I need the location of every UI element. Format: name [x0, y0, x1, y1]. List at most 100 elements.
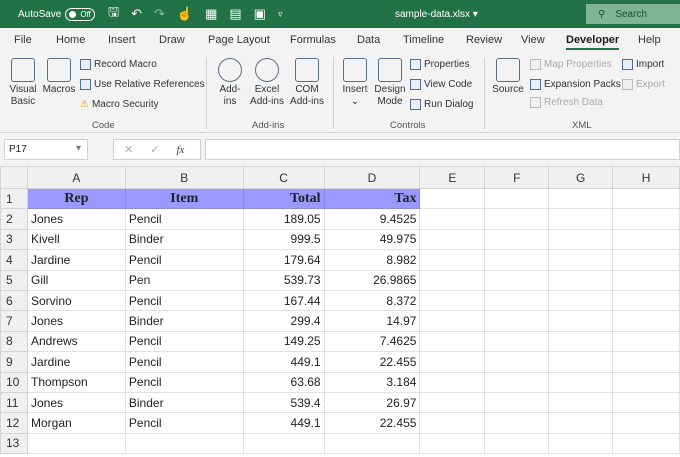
cell[interactable]: Pencil	[124, 351, 244, 373]
cell[interactable]: 22.455	[323, 412, 421, 434]
cell[interactable]	[548, 249, 614, 271]
cell[interactable]	[124, 432, 244, 455]
row-header[interactable]: 7	[0, 310, 28, 332]
row-header[interactable]: 2	[0, 208, 28, 230]
cell[interactable]	[419, 310, 486, 332]
form-icon[interactable]: ▣	[254, 6, 266, 22]
properties-button[interactable]: Properties	[410, 59, 470, 70]
cell[interactable]	[612, 228, 680, 251]
cell[interactable]	[419, 289, 486, 312]
cell[interactable]: 63.68	[242, 371, 325, 393]
map-properties-button[interactable]: Map Properties	[530, 59, 612, 70]
cell[interactable]	[419, 351, 486, 373]
tab-page-layout[interactable]: Page Layout	[208, 34, 270, 46]
cell[interactable]: 26.97	[323, 391, 421, 414]
enter-icon[interactable]: ✓	[150, 143, 159, 156]
cell[interactable]	[548, 269, 614, 291]
cell[interactable]: Jardine	[26, 249, 126, 271]
cell[interactable]	[484, 269, 550, 291]
cell[interactable]	[484, 412, 550, 434]
cell[interactable]	[484, 351, 550, 373]
com-add-ins-button[interactable]: COM Add-ins	[288, 58, 326, 108]
insert-function-icon[interactable]: fx	[176, 144, 184, 156]
cell[interactable]	[26, 432, 126, 455]
row-header[interactable]: 9	[0, 351, 28, 373]
search-box[interactable]: ⚲ Search	[586, 4, 680, 24]
row-header[interactable]: 6	[0, 289, 28, 312]
cell[interactable]: Binder	[124, 228, 244, 251]
row-header[interactable]: 3	[0, 228, 28, 251]
cell[interactable]: 167.44	[242, 289, 325, 312]
tab-home[interactable]: Home	[56, 34, 85, 46]
cell[interactable]	[612, 351, 680, 373]
cell[interactable]: 539.4	[242, 391, 325, 414]
cell[interactable]	[419, 269, 486, 291]
cell[interactable]: Jones	[26, 208, 126, 230]
autosave[interactable]: AutoSave Off	[18, 0, 96, 28]
column-header[interactable]: F	[484, 166, 550, 189]
row-header[interactable]: 8	[0, 330, 28, 353]
cell[interactable]: Pencil	[124, 249, 244, 271]
cell[interactable]: 7.4625	[323, 330, 421, 353]
cell[interactable]: Jones	[26, 310, 126, 332]
cancel-icon[interactable]: ✕	[124, 143, 133, 156]
cell[interactable]	[612, 289, 680, 312]
cell[interactable]	[548, 432, 614, 455]
record-macro-button[interactable]: Record Macro	[80, 59, 157, 70]
row-header[interactable]: 4	[0, 249, 28, 271]
undo-icon[interactable]: ↶	[131, 6, 142, 22]
tab-formulas[interactable]: Formulas	[290, 34, 336, 46]
cell[interactable]	[548, 208, 614, 230]
cell[interactable]: 3.184	[323, 371, 421, 393]
cell[interactable]	[548, 351, 614, 373]
save-icon[interactable]: 🖫	[108, 3, 119, 25]
cell[interactable]	[612, 432, 680, 455]
design-mode-button[interactable]: Design Mode	[372, 58, 408, 108]
cell[interactable]: Thompson	[26, 371, 126, 393]
cell[interactable]	[419, 371, 486, 393]
row-header[interactable]: 1	[0, 187, 28, 210]
cell[interactable]	[612, 330, 680, 353]
column-header[interactable]: E	[419, 166, 486, 189]
cell[interactable]: 179.64	[242, 249, 325, 271]
cell[interactable]	[484, 249, 550, 271]
cell[interactable]: Pencil	[124, 208, 244, 230]
cell[interactable]	[484, 330, 550, 353]
cell[interactable]: Pencil	[124, 371, 244, 393]
cell[interactable]	[548, 228, 614, 251]
cell[interactable]: 149.25	[242, 330, 325, 353]
tab-insert[interactable]: Insert	[108, 34, 136, 46]
cell[interactable]: 14.97	[323, 310, 421, 332]
cell[interactable]: Pencil	[124, 330, 244, 353]
tab-review[interactable]: Review	[466, 34, 502, 46]
cell[interactable]	[242, 432, 325, 455]
cell[interactable]	[548, 330, 614, 353]
formula-input[interactable]	[205, 139, 680, 160]
tab-developer[interactable]: Developer	[566, 34, 620, 50]
redo-icon[interactable]: ↷	[154, 6, 165, 22]
expansion-packs-button[interactable]: Expansion Packs	[530, 79, 621, 90]
cell[interactable]	[612, 391, 680, 414]
cell[interactable]: Jardine	[26, 351, 126, 373]
cell[interactable]: 449.1	[242, 412, 325, 434]
tab-help[interactable]: Help	[638, 34, 661, 46]
cell[interactable]	[484, 208, 550, 230]
row-header[interactable]: 10	[0, 371, 28, 393]
cell[interactable]	[548, 371, 614, 393]
view-code-button[interactable]: View Code	[410, 79, 472, 90]
cell[interactable]	[419, 228, 486, 251]
cell[interactable]	[484, 228, 550, 251]
row-header[interactable]: 11	[0, 391, 28, 414]
cell[interactable]: 9.4525	[323, 208, 421, 230]
cell[interactable]	[419, 249, 486, 271]
cell[interactable]: Binder	[124, 391, 244, 414]
cell[interactable]	[548, 289, 614, 312]
cell[interactable]	[612, 187, 680, 210]
cell[interactable]	[419, 391, 486, 414]
tab-draw[interactable]: Draw	[159, 34, 185, 46]
source-button[interactable]: Source	[492, 58, 524, 96]
refresh-data-button[interactable]: Refresh Data	[530, 97, 603, 108]
cell[interactable]	[548, 391, 614, 414]
header-cell[interactable]: Rep	[26, 187, 126, 210]
autosave-toggle[interactable]: Off	[65, 7, 96, 21]
